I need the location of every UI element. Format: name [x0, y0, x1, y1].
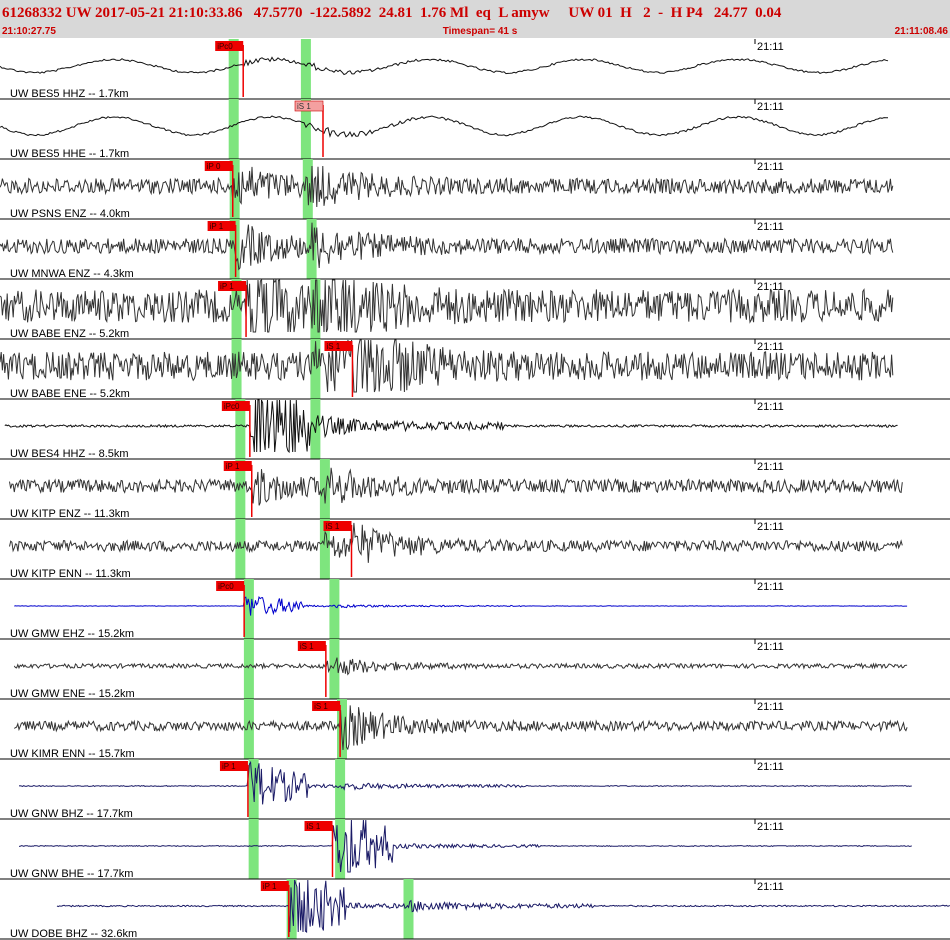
p-phase-window [248, 819, 259, 879]
minute-tick-label: 21:11 [757, 761, 784, 773]
seismic-waveform [0, 56, 889, 76]
minute-tick-label: 21:11 [757, 581, 784, 593]
pick-flag-label: iS 1 [314, 702, 328, 711]
minute-tick-label: 21:11 [757, 701, 784, 713]
minute-tick-label: 21:11 [757, 881, 784, 893]
trace-panel[interactable]: iPc0 21:11 UW BES4 HHZ -- 8.5km [0, 399, 950, 460]
station-label: UW GMW EHZ -- 15.2km [10, 628, 134, 640]
s-phase-window [300, 39, 311, 99]
minute-tick-label: 21:11 [757, 341, 784, 353]
trace-panel[interactable]: iPc0 21:11 UW GMW EHZ -- 15.2km [0, 579, 950, 640]
pick-flag-label: iPc0 [224, 402, 240, 411]
minute-tick-label: 21:11 [757, 221, 784, 233]
pick-flag-label: iS 1 [307, 822, 321, 831]
event-summary-text: 61268332 UW 2017-05-21 21:10:33.86 47.57… [2, 5, 782, 21]
seismic-waveform [13, 657, 908, 676]
s-phase-window [319, 459, 330, 519]
seismic-waveform [14, 595, 908, 616]
minute-tick-label: 21:11 [757, 521, 784, 533]
p-phase-window [243, 579, 254, 639]
pick-flag-label: iP 1 [210, 222, 224, 231]
seismic-waveform [9, 467, 903, 506]
seismic-waveform [56, 879, 950, 933]
pick-flag-label: iS 1 [326, 522, 340, 531]
waveform-viewer: 61268332 UW 2017-05-21 21:10:33.86 47.57… [0, 0, 950, 940]
station-label: UW BES5 HHE -- 1.7km [10, 148, 129, 160]
pick-flag-label: iP 1 [226, 462, 240, 471]
minute-tick-label: 21:11 [757, 401, 784, 413]
minute-tick-label: 21:11 [757, 641, 784, 653]
station-label: UW BES4 HHZ -- 8.5km [10, 448, 129, 460]
trace-panel[interactable]: iP 0 21:11 UW PSNS ENZ -- 4.0km [0, 159, 950, 220]
pick-flag-label: iPc0 [218, 582, 234, 591]
trace-panel[interactable]: iP 1 21:11 UW GNW BHZ -- 17.7km [0, 759, 950, 820]
trace-panel[interactable]: iS 1 21:11 UW GMW ENE -- 15.2km [0, 639, 950, 700]
station-label: UW BABE ENZ -- 5.2km [10, 328, 129, 340]
time-range-bar: 21:10:27.75 Timespan= 41 s 21:11:08.46 [0, 25, 950, 38]
seismic-waveform [0, 115, 888, 138]
minute-tick-label: 21:11 [757, 101, 784, 113]
trace-panel[interactable]: iP 1 21:11 UW KITP ENZ -- 11.3km [0, 459, 950, 520]
station-label: UW DOBE BHZ -- 32.6km [10, 928, 137, 940]
station-label: UW BABE ENE -- 5.2km [10, 388, 130, 400]
timespan-label: Timespan= 41 s [442, 26, 518, 37]
trace-panels[interactable]: iPc0 21:11 UW BES5 HHZ -- 1.7km iS 1 21:11 UW… [0, 39, 950, 940]
pick-flag-label: iS 1 [326, 342, 340, 351]
s-phase-window [329, 579, 340, 639]
minute-tick-label: 21:11 [757, 161, 784, 173]
station-label: UW PSNS ENZ -- 4.0km [10, 208, 130, 220]
trace-panel[interactable]: iP 1 21:11 UW DOBE BHZ -- 32.6km [0, 879, 950, 940]
minute-tick-label: 21:11 [757, 41, 784, 53]
trace-panel[interactable]: iS 1 21:11 UW GNW BHE -- 17.7km [0, 819, 950, 880]
trace-panel[interactable]: iS 1 21:11 UW KITP ENN -- 11.3km [0, 519, 950, 580]
event-header: 61268332 UW 2017-05-21 21:10:33.86 47.57… [0, 0, 950, 38]
pick-flag-label: iS 1 [297, 102, 311, 111]
end-time: 21:11:08.46 [894, 26, 948, 37]
station-label: UW KITP ENZ -- 11.3km [10, 508, 129, 520]
trace-canvas[interactable]: iPc0 21:11 UW BES5 HHZ -- 1.7km iS 1 21:11 UW… [0, 39, 950, 940]
pick-flag-label: iP 0 [207, 162, 221, 171]
station-label: UW GNW BHZ -- 17.7km [10, 808, 133, 820]
start-time: 21:10:27.75 [2, 26, 56, 37]
station-label: UW MNWA ENZ -- 4.3km [10, 268, 134, 280]
p-phase-window [228, 99, 239, 159]
trace-panel[interactable]: iP 1 21:11 UW MNWA ENZ -- 4.3km [0, 219, 950, 280]
trace-panel[interactable]: iS 1 21:11 UW BES5 HHE -- 1.7km [0, 99, 950, 160]
p-phase-window [243, 639, 254, 699]
trace-panel[interactable]: iPc0 21:11 UW BES5 HHZ -- 1.7km [0, 39, 950, 100]
station-label: UW GNW BHE -- 17.7km [10, 868, 133, 880]
minute-tick-label: 21:11 [757, 281, 784, 293]
trace-panel[interactable]: iS 1 21:11 UW BABE ENE -- 5.2km [0, 339, 950, 400]
pick-flag-label: iP 1 [220, 282, 234, 291]
pick-flag-label: iP 1 [222, 762, 236, 771]
pick-flag-label: iP 1 [263, 882, 277, 891]
trace-panel[interactable]: iS 1 21:11 UW KIMR ENN -- 15.7km [0, 699, 950, 760]
station-label: UW KITP ENN -- 11.3km [10, 568, 131, 580]
minute-tick-label: 21:11 [757, 821, 784, 833]
pick-flag-label: iPc0 [217, 42, 233, 51]
p-phase-window [235, 519, 246, 579]
station-label: UW GMW ENE -- 15.2km [10, 688, 135, 700]
minute-tick-label: 21:11 [757, 461, 784, 473]
station-label: UW KIMR ENN -- 15.7km [10, 748, 135, 760]
pick-flag-label: iS 1 [300, 642, 314, 651]
station-label: UW BES5 HHZ -- 1.7km [10, 88, 129, 100]
trace-panel[interactable]: iP 1 21:11 UW BABE ENZ -- 5.2km [0, 278, 950, 340]
